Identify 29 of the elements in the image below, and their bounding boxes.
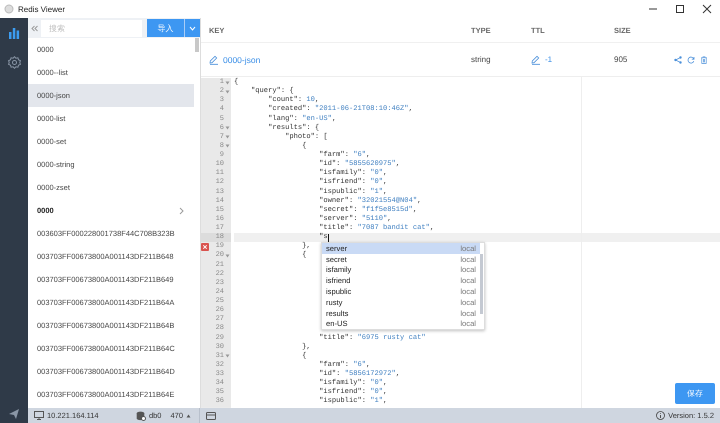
pencil-icon[interactable] bbox=[209, 54, 219, 64]
maximize-icon[interactable] bbox=[675, 4, 685, 14]
key-type: string bbox=[471, 55, 491, 64]
caret-icon bbox=[189, 26, 196, 30]
chevron-right-icon bbox=[179, 206, 184, 214]
send-icon[interactable] bbox=[8, 408, 20, 420]
database-icon[interactable] bbox=[136, 410, 146, 420]
text-cursor bbox=[328, 234, 329, 242]
scrollbar[interactable] bbox=[480, 254, 483, 314]
chart-icon[interactable] bbox=[8, 27, 20, 39]
fold-caret-icon[interactable] bbox=[225, 354, 230, 358]
info-icon bbox=[656, 411, 666, 420]
pencil-icon[interactable] bbox=[531, 54, 541, 64]
caret-up-icon[interactable] bbox=[186, 414, 191, 418]
app-icon bbox=[4, 4, 14, 14]
collapse-icon[interactable] bbox=[31, 24, 38, 32]
monitor-icon bbox=[34, 411, 44, 420]
trash-icon[interactable] bbox=[700, 56, 708, 64]
scrollbar[interactable] bbox=[195, 38, 199, 52]
dropdown-button[interactable] bbox=[185, 19, 200, 37]
fold-caret-icon[interactable] bbox=[225, 254, 230, 258]
close-icon[interactable] bbox=[702, 4, 712, 14]
share-icon[interactable] bbox=[674, 56, 682, 64]
search-field[interactable]: 搜索 bbox=[41, 20, 142, 36]
window-title: Redis Viewer bbox=[18, 4, 65, 14]
key-size: 905 bbox=[614, 55, 628, 64]
settings-icon[interactable] bbox=[8, 56, 20, 69]
refresh-icon[interactable] bbox=[687, 56, 695, 64]
error-icon bbox=[201, 242, 209, 251]
